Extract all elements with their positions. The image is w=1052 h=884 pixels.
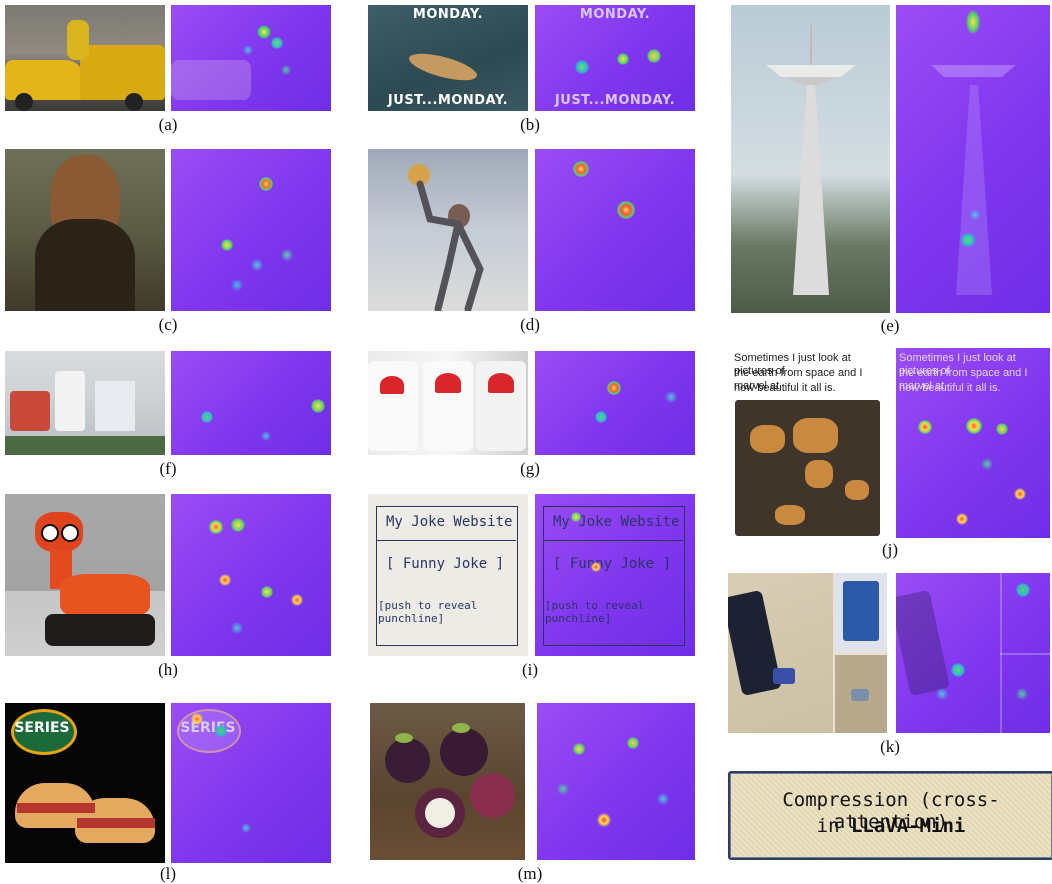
caption-d: (d) <box>520 315 540 334</box>
image-l-attention: SERIES <box>171 703 331 863</box>
caption-k: (k) <box>880 737 900 756</box>
space-needle-overlay <box>931 65 1016 295</box>
image-a-original <box>5 5 165 111</box>
figure-silhouette <box>416 180 484 311</box>
image-k-attention <box>896 573 1050 733</box>
image-j-attention: Sometimes I just look at pictures of the… <box>896 348 1050 538</box>
caption-a: (a) <box>158 115 178 134</box>
image-d-original <box>368 149 528 311</box>
tweet-line-3: how beautiful it all is. <box>734 382 836 394</box>
logo-series-text-overlay: SERIES <box>180 720 236 736</box>
logo-series-text: SERIES <box>14 720 70 736</box>
caption-b: (b) <box>520 115 540 134</box>
caption-j: (j) <box>881 540 899 559</box>
sketch-title: My Joke Website <box>386 514 513 530</box>
method-label-line-2: in LLaVA-Mini <box>730 815 1052 837</box>
caption-i: (i) <box>521 660 539 679</box>
image-d-attention <box>535 149 695 311</box>
sketch-joke-overlay: [ Funny Joke ] <box>553 556 672 572</box>
image-h-original <box>5 494 165 656</box>
image-h-attention <box>171 494 331 656</box>
image-c-original <box>5 149 165 311</box>
sketch-punchline: [push to reveal punchline] <box>378 599 478 625</box>
image-a-attention <box>171 5 331 111</box>
caption-h: (h) <box>158 660 178 679</box>
image-b-original: MONDAY. JUST...MONDAY. <box>368 5 528 111</box>
image-f-attention <box>171 351 331 455</box>
image-g-attention <box>535 351 695 455</box>
image-m-original <box>370 703 525 860</box>
caption-l: (l) <box>159 864 177 883</box>
meme-top-text-overlay: MONDAY. <box>579 7 651 22</box>
caption-e: (e) <box>880 316 900 335</box>
caption-g: (g) <box>520 459 540 478</box>
method-label-box: Compression (cross-attention) in LLaVA-M… <box>728 771 1052 860</box>
meme-bottom-text-overlay: JUST...MONDAY. <box>554 93 676 108</box>
image-m-attention <box>537 703 695 860</box>
image-e-original <box>731 5 890 313</box>
image-f-original <box>5 351 165 455</box>
caption-m: (m) <box>517 864 543 883</box>
space-needle-shape <box>766 25 856 295</box>
image-i-original: My Joke Website [ Funny Joke ] [push to … <box>368 494 528 656</box>
method-label-prefix: in <box>816 815 851 837</box>
meme-bottom-text: JUST...MONDAY. <box>387 93 509 108</box>
image-c-attention <box>171 149 331 311</box>
meme-top-text: MONDAY. <box>412 7 484 22</box>
image-g-original <box>368 351 528 455</box>
image-b-attention: MONDAY. JUST...MONDAY. <box>535 5 695 111</box>
image-l-original: SERIES <box>5 703 165 863</box>
method-label-model: LLaVA-Mini <box>850 815 966 837</box>
image-k-original <box>728 573 887 733</box>
image-j-original: Sometimes I just look at pictures of the… <box>731 348 884 538</box>
image-e-attention <box>896 5 1050 313</box>
sketch-punchline-overlay: [push to reveal punchline] <box>545 599 645 625</box>
caption-f: (f) <box>159 459 177 478</box>
tweet-line-3-overlay: how beautiful it all is. <box>899 382 1001 394</box>
image-i-attention: My Joke Website [ Funny Joke ] [push to … <box>535 494 695 656</box>
caption-c: (c) <box>158 315 178 334</box>
sketch-joke: [ Funny Joke ] <box>386 556 505 572</box>
